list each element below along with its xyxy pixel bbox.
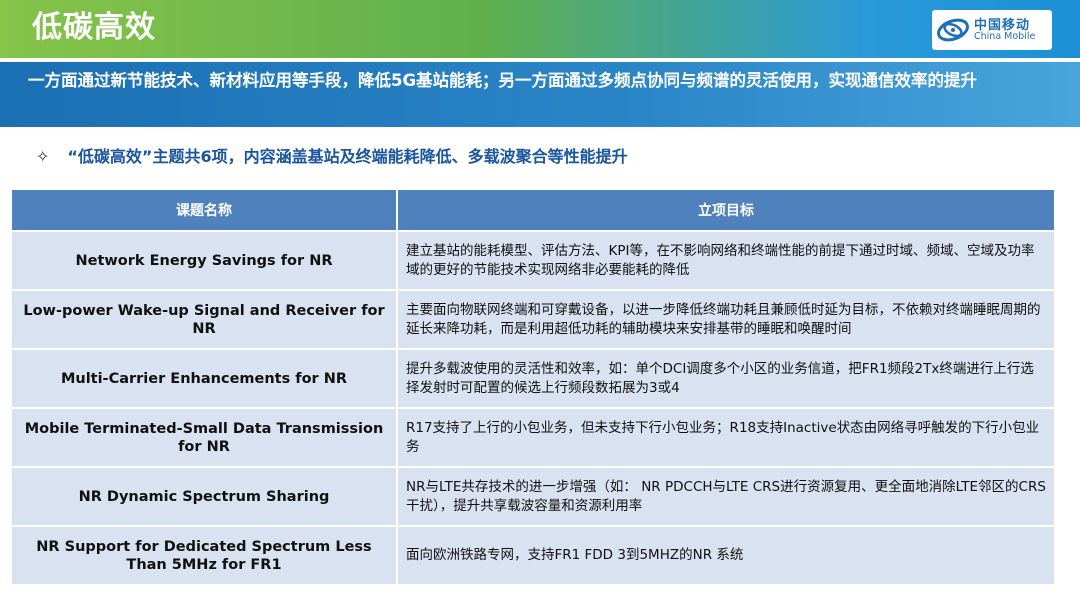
topic-goal-cell: 面向欧洲铁路专网，支持FR1 FDD 3到5MHZ的NR 系统 bbox=[396, 525, 1056, 586]
topic-goal-cell: 主要面向物联网终端和可穿戴设备，以进一步降低终端功耗且兼顾低时延为目标，不依赖对… bbox=[396, 289, 1056, 350]
topic-goal-cell: 提升多载波使用的灵活性和效率，如：单个DCI调度多个小区的业务信道，把FR1频段… bbox=[396, 348, 1056, 409]
header-project-goal: 立项目标 bbox=[396, 188, 1056, 232]
diamond-bullet-icon: ✧ bbox=[36, 147, 50, 166]
china-mobile-swirl-icon bbox=[937, 18, 969, 42]
page-title: 低碳高效 bbox=[32, 10, 156, 45]
table-row: Network Energy Savings for NR 建立基站的能耗模型、… bbox=[10, 230, 1056, 291]
banner-text: 一方面通过新节能技术、新材料应用等手段，降低5G基站能耗；另一方面通过多频点协同… bbox=[28, 71, 978, 90]
table-row: NR Dynamic Spectrum Sharing NR与LTE共存技术的进… bbox=[10, 466, 1056, 527]
table-header-row: 课题名称 立项目标 bbox=[10, 188, 1056, 232]
china-mobile-logo: 中国移动 China Mobile bbox=[932, 10, 1052, 50]
topic-name-cell: Low-power Wake-up Signal and Receiver fo… bbox=[10, 289, 398, 350]
table-row: NR Support for Dedicated Spectrum Less T… bbox=[10, 525, 1056, 586]
topic-name-cell: NR Support for Dedicated Spectrum Less T… bbox=[10, 525, 398, 586]
topic-goal-cell: 建立基站的能耗模型、评估方法、KPI等，在不影响网络和终端性能的前提下通过时域、… bbox=[396, 230, 1056, 291]
topic-name-cell: NR Dynamic Spectrum Sharing bbox=[10, 466, 398, 527]
topic-goal-cell: NR与LTE共存技术的进一步增强（如： NR PDCCH与LTE CRS进行资源… bbox=[396, 466, 1056, 527]
table-row: Low-power Wake-up Signal and Receiver fo… bbox=[10, 289, 1056, 350]
header-topic-name: 课题名称 bbox=[10, 188, 398, 232]
bullet-text: “低碳高效”主题共6项，内容涵盖基站及终端能耗降低、多载波聚合等性能提升 bbox=[67, 147, 628, 166]
summary-bullet: ✧ “低碳高效”主题共6项，内容涵盖基站及终端能耗降低、多载波聚合等性能提升 bbox=[36, 143, 628, 167]
header-bar: 低碳高效 中国移动 China Mobile bbox=[0, 0, 1080, 58]
topic-name-cell: Multi-Carrier Enhancements for NR bbox=[10, 348, 398, 409]
table-row: Multi-Carrier Enhancements for NR 提升多载波使… bbox=[10, 348, 1056, 409]
table-row: Mobile Terminated-Small Data Transmissio… bbox=[10, 407, 1056, 468]
topic-name-cell: Network Energy Savings for NR bbox=[10, 230, 398, 291]
summary-banner: 一方面通过新节能技术、新材料应用等手段，降低5G基站能耗；另一方面通过多频点协同… bbox=[0, 62, 1080, 127]
logo-english-text: China Mobile bbox=[974, 31, 1036, 42]
topic-name-cell: Mobile Terminated-Small Data Transmissio… bbox=[10, 407, 398, 468]
topic-goal-cell: R17支持了上行的小包业务，但未支持下行小包业务；R18支持Inactive状态… bbox=[396, 407, 1056, 468]
topics-table: 课题名称 立项目标 Network Energy Savings for NR … bbox=[10, 188, 1056, 586]
